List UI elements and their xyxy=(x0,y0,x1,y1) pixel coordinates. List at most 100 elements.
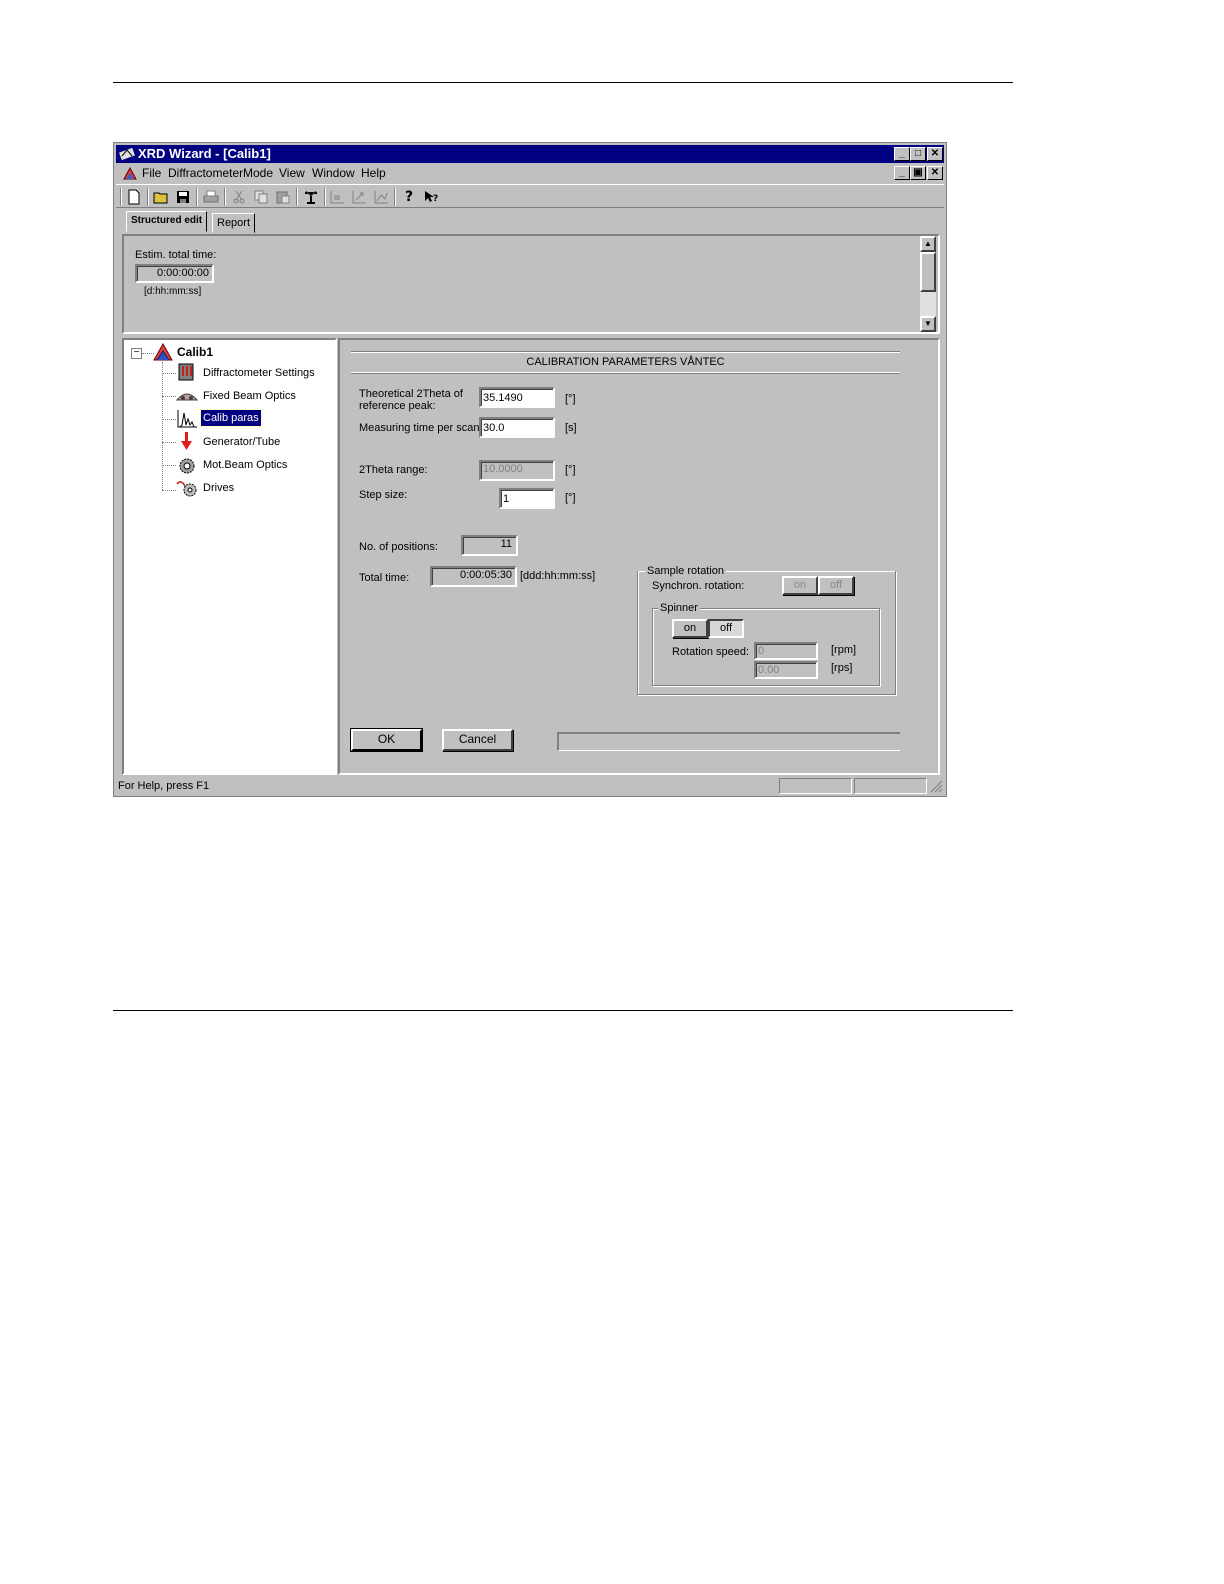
page-top-rule xyxy=(113,82,1013,83)
chart-view-icon[interactable] xyxy=(372,188,390,206)
close-button[interactable]: ✕ xyxy=(927,147,943,161)
tree-item-drives[interactable]: Drives xyxy=(203,482,234,494)
tree-connector xyxy=(162,362,163,490)
toolbar-separator xyxy=(120,188,122,206)
help-icon[interactable]: ? xyxy=(400,188,418,206)
tree-item-fixed-beam-optics[interactable]: Fixed Beam Optics xyxy=(203,390,296,402)
menu-bar: File Diffractometer Mode View Window Hel… xyxy=(116,164,944,182)
spinner-off-button[interactable]: off xyxy=(708,619,744,638)
instrument-icon[interactable] xyxy=(302,188,320,206)
tree-connector xyxy=(162,373,176,374)
new-file-icon[interactable] xyxy=(125,188,143,206)
synchron-on-button[interactable]: on xyxy=(782,576,818,595)
rpm-field: 0 xyxy=(754,642,818,660)
estim-total-value: 0:00:00:00 xyxy=(157,267,209,279)
tab-report[interactable]: Report xyxy=(212,213,256,233)
doc-close-button[interactable]: ✕ xyxy=(927,166,943,180)
chart-add-icon[interactable] xyxy=(328,188,346,206)
tree-connector xyxy=(162,465,176,466)
resize-grip-icon[interactable] xyxy=(930,780,943,793)
total-time-unit: [ddd:hh:mm:ss] xyxy=(520,570,596,582)
menu-file[interactable]: File xyxy=(142,164,161,182)
cancel-button[interactable]: Cancel xyxy=(442,729,513,751)
tree-collapse-toggle[interactable]: − xyxy=(131,348,142,359)
total-time-value: 0:00:05:30 xyxy=(460,569,512,581)
rpm-unit: [rpm] xyxy=(831,644,857,656)
theta-input[interactable] xyxy=(479,387,555,408)
ok-button[interactable]: OK xyxy=(350,728,423,752)
menu-help[interactable]: Help xyxy=(361,164,386,182)
menu-window[interactable]: Window xyxy=(312,164,355,182)
toolbar: ? ? xyxy=(116,184,944,208)
tree-item-generator-tube[interactable]: Generator/Tube xyxy=(203,436,280,448)
sample-rotation-title: Sample rotation xyxy=(645,565,727,577)
tree-connector xyxy=(162,419,176,420)
step-input[interactable] xyxy=(499,488,555,509)
estim-total-label: Estim. total time: xyxy=(135,249,217,261)
time-unit: [s] xyxy=(565,422,577,434)
open-folder-icon[interactable] xyxy=(152,188,170,206)
vertical-scrollbar[interactable]: ▲ ▼ xyxy=(920,236,936,332)
status-bar: For Help, press F1 xyxy=(116,777,944,795)
menu-diffractometer[interactable]: Diffractometer xyxy=(168,164,243,182)
menu-view[interactable]: View xyxy=(279,164,305,182)
chart-export-icon[interactable] xyxy=(350,188,368,206)
motor-gear-icon xyxy=(179,458,195,474)
maximize-button[interactable]: □ xyxy=(910,147,926,161)
menu-mode[interactable]: Mode xyxy=(243,164,273,182)
range-label: 2Theta range: xyxy=(359,464,428,476)
context-help-icon[interactable]: ? xyxy=(422,188,440,206)
minimize-button[interactable]: _ xyxy=(894,147,910,161)
drives-gear-icon xyxy=(176,481,197,497)
copy-icon[interactable] xyxy=(252,188,270,206)
rps-value: 0.00 xyxy=(758,664,780,676)
toolbar-separator xyxy=(196,188,198,206)
time-label: Measuring time per scan: xyxy=(359,422,483,434)
spinner-on-button[interactable]: on xyxy=(672,619,708,638)
tree-panel: − Calib1 Diffractometer Settings Fixed B… xyxy=(122,338,337,775)
rotation-speed-label: Rotation speed: xyxy=(672,646,750,658)
status-text: For Help, press F1 xyxy=(118,780,210,792)
scroll-down-button[interactable]: ▼ xyxy=(920,316,936,332)
diffractometer-icon xyxy=(178,363,194,381)
doc-restore-button[interactable]: ▣ xyxy=(910,166,926,180)
status-pane-1 xyxy=(779,778,852,794)
tree-item-diffractometer-settings[interactable]: Diffractometer Settings xyxy=(203,367,315,379)
scroll-thumb[interactable] xyxy=(920,252,936,292)
spinner-on-label: on xyxy=(683,622,697,634)
scroll-up-button[interactable]: ▲ xyxy=(920,236,936,252)
rps-field: 0.00 xyxy=(754,661,818,679)
doc-minimize-button[interactable]: _ xyxy=(894,166,910,180)
app-window: XRD Wizard - [Calib1] _ □ ✕ File Diffrac… xyxy=(113,142,947,797)
tree-item-calib-paras-label: Calib paras xyxy=(203,412,259,424)
estim-total-field: 0:00:00:00 xyxy=(135,264,214,283)
save-icon[interactable] xyxy=(174,188,192,206)
range-unit: [°] xyxy=(565,464,576,476)
generator-arrow-icon xyxy=(181,432,192,450)
step-label: Step size: xyxy=(359,489,408,501)
synchron-off-button[interactable]: off xyxy=(818,576,854,595)
synchron-rotation-label: Synchron. rotation: xyxy=(652,580,745,592)
time-input[interactable] xyxy=(479,417,555,438)
tree-item-mot-beam-optics[interactable]: Mot.Beam Optics xyxy=(203,459,287,471)
tree-root-label[interactable]: Calib1 xyxy=(177,345,213,359)
status-pane-2 xyxy=(854,778,927,794)
tree-connector xyxy=(162,396,176,397)
theta-label-line2: reference peak: xyxy=(359,400,436,412)
tab-structured-edit-label: Structured edit xyxy=(131,215,203,226)
window-title: XRD Wizard - [Calib1] xyxy=(138,146,271,161)
positions-label: No. of positions: xyxy=(359,541,438,553)
tab-report-label: Report xyxy=(217,217,251,229)
toolbar-separator xyxy=(224,188,226,206)
toolbar-separator xyxy=(147,188,149,206)
step-unit: [°] xyxy=(565,492,576,504)
ok-label: OK xyxy=(377,732,396,746)
tree-item-calib-paras[interactable]: Calib paras xyxy=(200,409,262,427)
page-bottom-rule xyxy=(113,1010,1013,1011)
paste-icon[interactable] xyxy=(274,188,292,206)
synchron-on-label: on xyxy=(793,579,807,591)
tab-structured-edit[interactable]: Structured edit xyxy=(126,211,208,232)
cut-icon[interactable] xyxy=(230,188,248,206)
print-icon[interactable] xyxy=(202,188,220,206)
progress-bar xyxy=(557,732,900,751)
